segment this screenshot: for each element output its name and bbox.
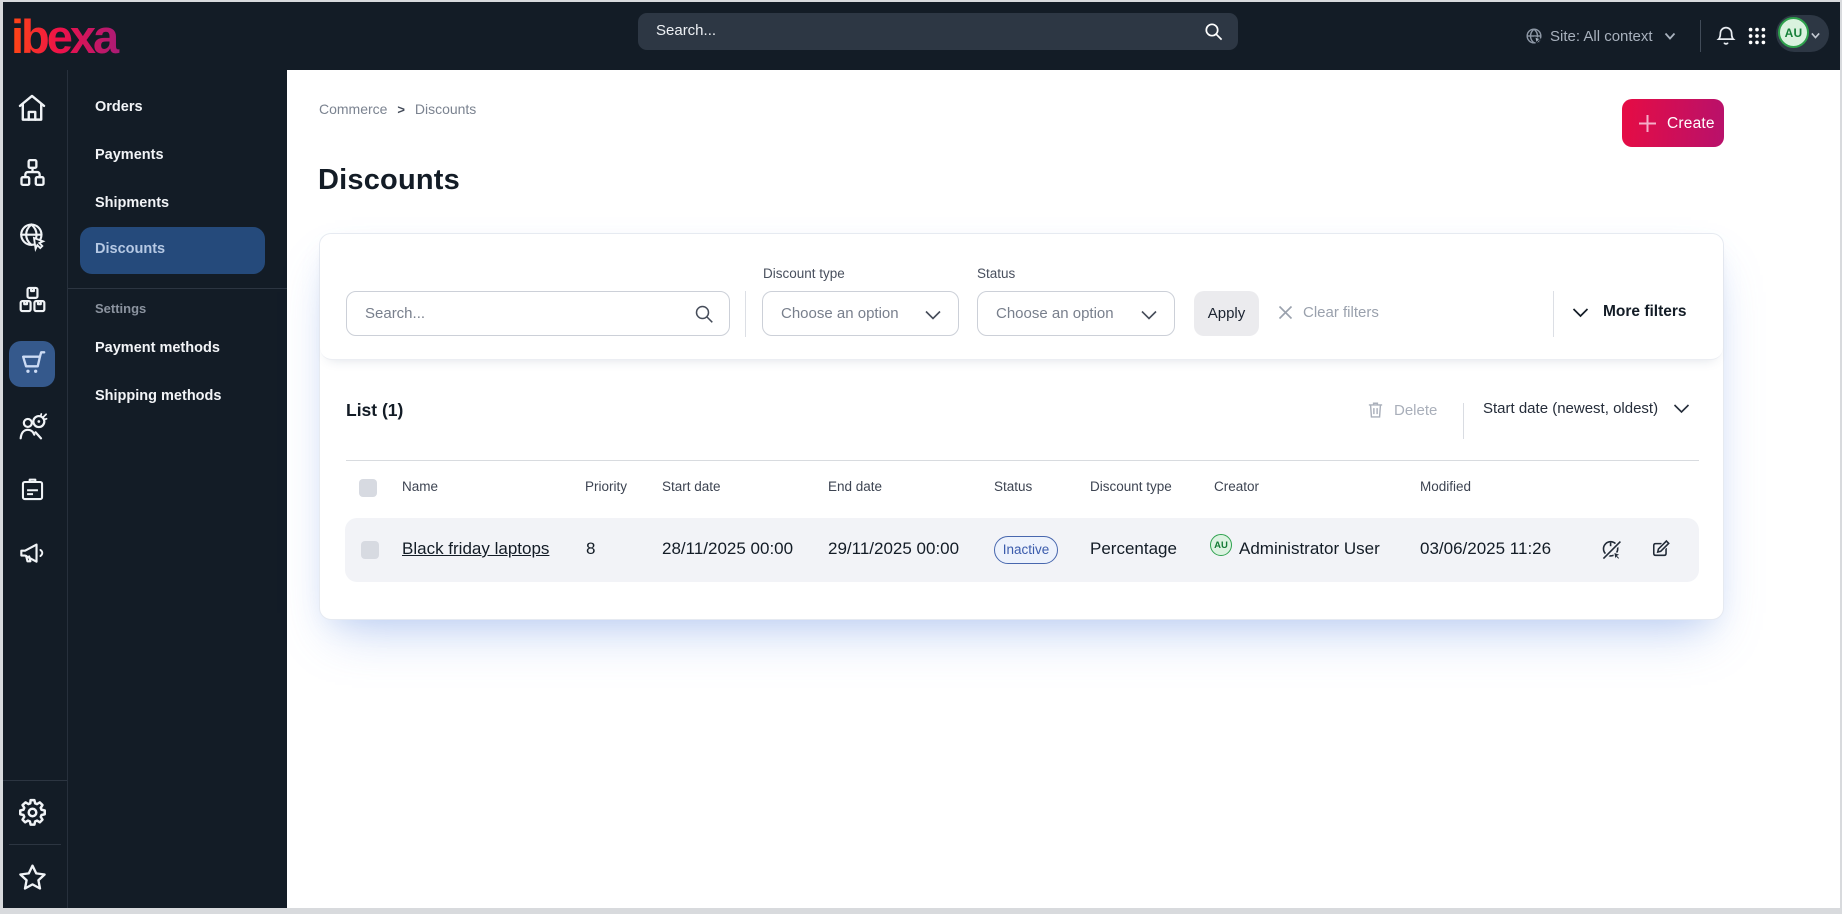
svg-text:ibexa: ibexa <box>11 10 120 62</box>
